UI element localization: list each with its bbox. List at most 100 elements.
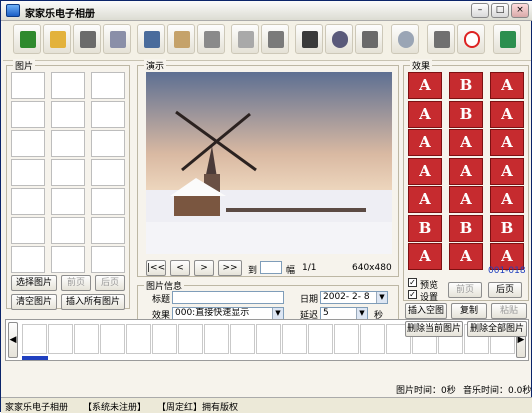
picture-slot[interactable] [51, 72, 85, 99]
picture-slot[interactable] [51, 130, 85, 157]
preview-checkbox[interactable]: ✓ [408, 278, 417, 287]
effects-next-button[interactable]: 后页 [488, 282, 522, 298]
picture-slot[interactable] [91, 246, 125, 273]
picture-slot[interactable] [91, 72, 125, 99]
timeline-slot[interactable] [126, 324, 151, 354]
delete-all-pictures-button[interactable]: 删除全部图片 [467, 321, 527, 337]
paste-button[interactable]: 粘贴 [491, 303, 527, 319]
maximize-button[interactable]: □ [491, 3, 509, 18]
save-icon[interactable] [73, 24, 101, 54]
close-button[interactable]: × [511, 3, 529, 18]
effect-thumbnail[interactable]: B [490, 214, 524, 242]
effect-thumbnail[interactable]: A [408, 72, 442, 99]
image-icon[interactable] [137, 24, 165, 54]
exit-icon[interactable] [493, 24, 521, 54]
film-icon[interactable] [295, 24, 323, 54]
timeline-slot[interactable] [100, 324, 125, 354]
insert-blank-button[interactable]: 插入空图 [405, 303, 447, 319]
zoom-icon[interactable] [391, 24, 419, 54]
next-page-button[interactable]: 后页 [95, 275, 125, 291]
timeline-slot[interactable] [282, 324, 307, 354]
picture-slot[interactable] [11, 217, 45, 244]
chevron-down-icon[interactable]: ▼ [272, 308, 283, 319]
minimize-button[interactable]: – [471, 3, 489, 18]
list-icon[interactable] [261, 24, 289, 54]
picture-slot[interactable] [11, 159, 45, 186]
picture-slot[interactable] [91, 217, 125, 244]
camera-icon[interactable] [427, 24, 455, 54]
timeline-slot[interactable] [308, 324, 333, 354]
picture-slot[interactable] [11, 72, 45, 99]
picture-slot[interactable] [51, 101, 85, 128]
clear-pictures-button[interactable]: 清空图片 [11, 294, 57, 310]
delete-current-picture-button[interactable]: 删除当前图片 [405, 321, 463, 337]
timeline-slot[interactable] [230, 324, 255, 354]
picture-slot[interactable] [51, 246, 85, 273]
timeline-slot[interactable] [256, 324, 281, 354]
select-pictures-button[interactable]: 选择图片 [11, 275, 57, 291]
picture-slot[interactable] [91, 188, 125, 215]
effect-thumbnail[interactable]: A [449, 157, 483, 185]
goto-input[interactable] [260, 261, 282, 274]
image-folder-icon[interactable] [167, 24, 195, 54]
first-button[interactable]: |<< [146, 260, 166, 276]
effect-thumbnail[interactable]: A [408, 100, 442, 128]
picture-slot[interactable] [91, 130, 125, 157]
no-icon[interactable] [457, 24, 485, 54]
effect-thumbnail[interactable]: A [449, 129, 483, 156]
effect-thumbnail[interactable]: B [449, 72, 483, 99]
insert-all-pictures-button[interactable]: 插入所有图片 [61, 294, 125, 310]
picture-slot[interactable] [11, 130, 45, 157]
picture-slot[interactable] [51, 217, 85, 244]
effect-thumbnail[interactable]: B [449, 214, 483, 242]
picture-slot[interactable] [11, 246, 45, 273]
prev-button[interactable]: < [170, 260, 190, 276]
picture-slot[interactable] [51, 159, 85, 186]
effect-thumbnail[interactable]: A [408, 157, 442, 185]
chevron-down-icon[interactable]: ▼ [376, 292, 387, 303]
date-picker[interactable]: 2002- 2- 8 ▼ [320, 291, 388, 304]
music-icon[interactable] [325, 24, 353, 54]
settings-icon[interactable] [231, 24, 259, 54]
timeline-slot[interactable] [360, 324, 385, 354]
picture-slot[interactable] [11, 101, 45, 128]
timeline-slot[interactable] [22, 324, 47, 354]
effect-thumbnail[interactable]: A [408, 186, 442, 213]
effect-thumbnail[interactable]: A [490, 100, 524, 128]
timeline-slot[interactable] [178, 324, 203, 354]
picture-slot[interactable] [11, 188, 45, 215]
folder-icon[interactable] [43, 24, 71, 54]
clip-icon[interactable] [355, 24, 383, 54]
effect-thumbnail[interactable]: A [490, 186, 524, 213]
prev-page-button[interactable]: 前页 [61, 275, 91, 291]
timeline-slot[interactable] [152, 324, 177, 354]
timeline-slot[interactable] [334, 324, 359, 354]
effect-thumbnail[interactable]: A [490, 157, 524, 185]
timeline-slot[interactable] [48, 324, 73, 354]
next-button[interactable]: > [194, 260, 214, 276]
title-field[interactable] [172, 291, 284, 304]
effects-prev-button[interactable]: 前页 [448, 282, 482, 298]
picture-slot[interactable] [91, 101, 125, 128]
effect-thumbnail[interactable]: A [490, 129, 524, 156]
chevron-down-icon[interactable]: ▼ [356, 308, 367, 319]
timeline-slot[interactable] [74, 324, 99, 354]
picture-slot[interactable] [51, 188, 85, 215]
effect-thumbnail[interactable]: A [408, 129, 442, 156]
effect-thumbnail[interactable]: B [408, 214, 442, 242]
copy-button[interactable]: 复制 [451, 303, 487, 319]
effect-thumbnail[interactable]: A [449, 186, 483, 213]
timeline-cursor[interactable] [22, 356, 48, 360]
delete-image-icon[interactable] [197, 24, 225, 54]
settings-checkbox[interactable]: ✓ [408, 290, 417, 299]
effect-thumbnail[interactable]: B [449, 100, 483, 128]
last-button[interactable]: >> [218, 260, 242, 276]
open-folder-icon[interactable] [13, 24, 41, 54]
picture-slot[interactable] [91, 159, 125, 186]
window-icon[interactable] [103, 24, 131, 54]
effect-thumbnail[interactable]: A [449, 243, 483, 270]
timeline-slot[interactable] [204, 324, 229, 354]
effect-thumbnail[interactable]: A [490, 72, 524, 99]
effect-thumbnail[interactable]: A [408, 243, 442, 270]
scroll-left-icon[interactable]: ◀ [8, 322, 18, 358]
